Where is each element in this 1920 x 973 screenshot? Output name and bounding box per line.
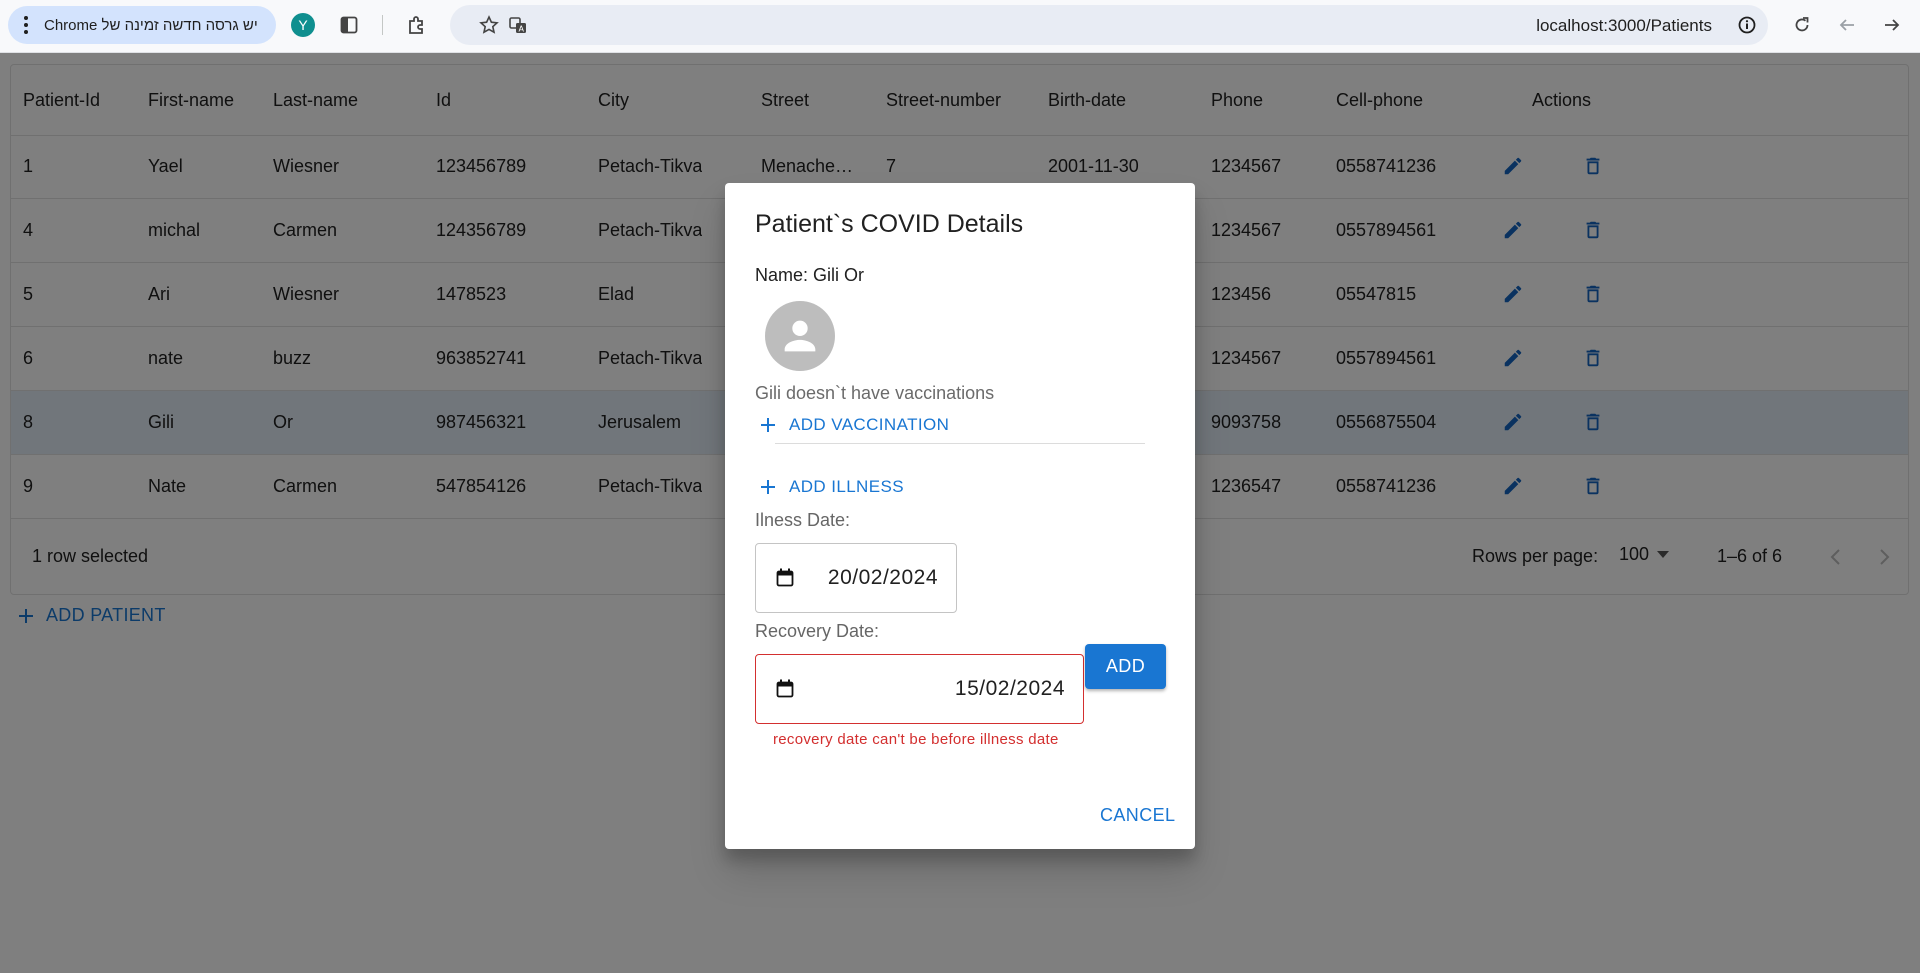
dialog-title: Patient`s COVID Details bbox=[755, 210, 1024, 238]
add-icon bbox=[761, 418, 775, 432]
side-panel-icon[interactable] bbox=[338, 14, 360, 36]
recovery-date-label: Recovery Date: bbox=[755, 621, 880, 641]
translate-icon[interactable]: A bbox=[507, 14, 529, 36]
calendar-icon[interactable] bbox=[776, 679, 794, 698]
illness-date-label: Ilness Date: bbox=[755, 510, 851, 530]
no-vaccinations-text: Gili doesn`t have vaccinations bbox=[755, 383, 995, 403]
calendar-icon[interactable] bbox=[776, 568, 794, 587]
add-illness-submit-button[interactable]: ADD bbox=[1085, 644, 1166, 689]
toolbar-divider bbox=[382, 15, 383, 35]
bookmark-star-icon[interactable] bbox=[478, 14, 500, 36]
add-illness-label: ADD ILLNESS bbox=[789, 477, 904, 496]
profile-avatar[interactable]: Y bbox=[291, 13, 315, 37]
site-info-icon[interactable] bbox=[1736, 14, 1758, 36]
avatar bbox=[765, 301, 835, 371]
recovery-date-error: recovery date can't be before illness da… bbox=[773, 731, 1059, 748]
more-vert-icon bbox=[24, 16, 30, 34]
covid-details-dialog: Patient`s COVID Details Name: Gili Or Gi… bbox=[725, 183, 1195, 849]
svg-text:A: A bbox=[519, 25, 525, 34]
add-icon bbox=[761, 480, 775, 494]
extensions-icon[interactable] bbox=[405, 14, 427, 36]
add-illness-button[interactable]: ADD ILLNESS bbox=[761, 477, 904, 497]
illness-date-value: 20/02/2024 bbox=[827, 566, 938, 589]
recovery-date-value: 15/02/2024 bbox=[954, 677, 1065, 700]
chrome-update-text: יש גרסה חדשה זמינה של Chrome bbox=[44, 16, 258, 34]
cancel-button[interactable]: CANCEL bbox=[1100, 805, 1175, 826]
chrome-update-button[interactable]: יש גרסה חדשה זמינה של Chrome bbox=[8, 6, 276, 44]
address-bar[interactable]: A localhost:3000/Patients bbox=[450, 5, 1768, 45]
reload-icon[interactable] bbox=[1791, 14, 1813, 36]
url-text: localhost:3000/Patients bbox=[1536, 16, 1712, 35]
forward-arrow-icon[interactable] bbox=[1881, 14, 1903, 36]
illness-date-input[interactable]: 20/02/2024 bbox=[755, 543, 957, 613]
divider bbox=[775, 443, 1145, 444]
recovery-date-input[interactable]: 15/02/2024 bbox=[755, 654, 1084, 724]
add-vaccination-label: ADD VACCINATION bbox=[789, 415, 950, 434]
browser-toolbar: יש גרסה חדשה זמינה של Chrome Y A localho… bbox=[0, 0, 1920, 53]
back-arrow-icon[interactable] bbox=[1836, 14, 1858, 36]
patient-name: Name: Gili Or bbox=[755, 265, 865, 285]
add-vaccination-button[interactable]: ADD VACCINATION bbox=[761, 415, 949, 435]
person-icon bbox=[784, 320, 816, 352]
